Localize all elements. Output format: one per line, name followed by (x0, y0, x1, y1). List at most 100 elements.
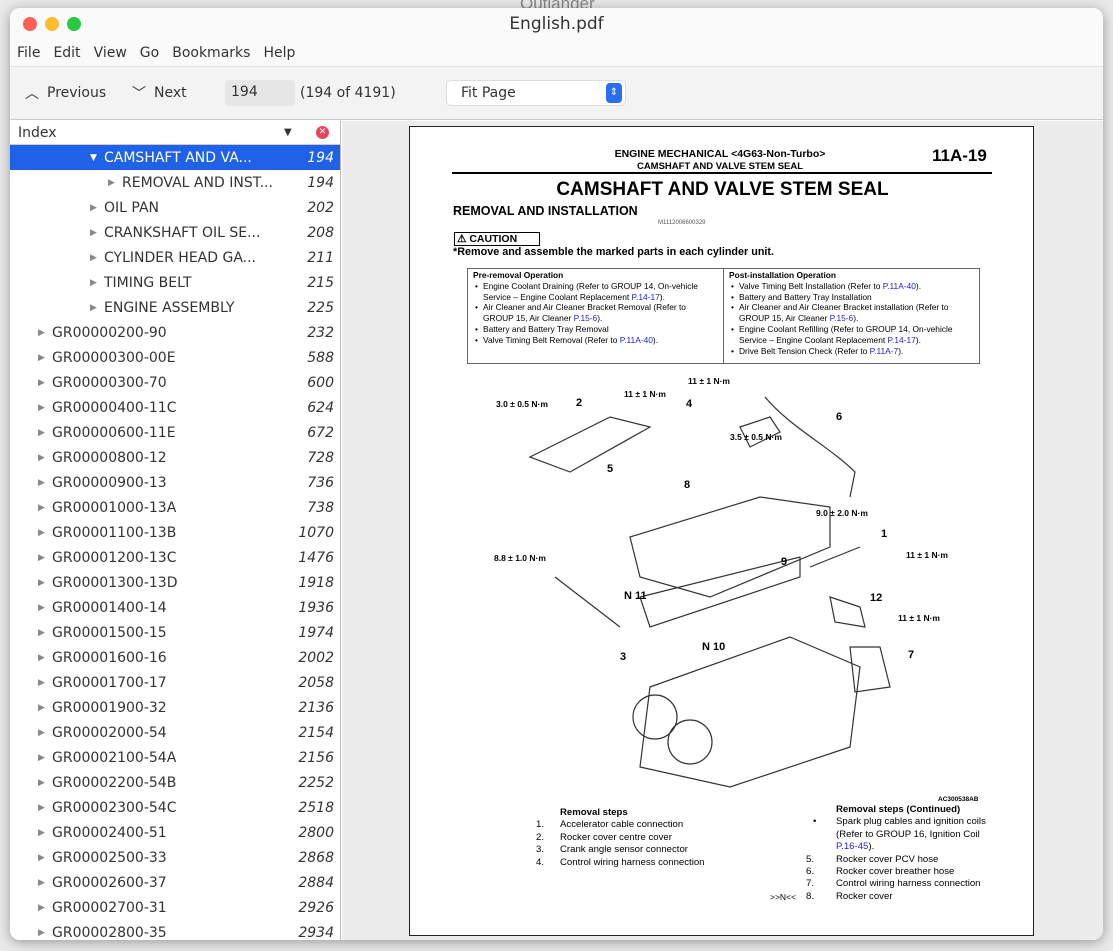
outline-item[interactable]: ▶ GR00002200-54B 2252 (10, 770, 340, 795)
triangle-right-icon[interactable]: ▶ (38, 678, 45, 688)
outline-item-label: GR00001900-32 (52, 699, 167, 716)
outline-item[interactable]: ▶ GR00001100-13B 1070 (10, 520, 340, 545)
triangle-right-icon[interactable]: ▶ (38, 628, 45, 638)
outline-item-page: 2934 (298, 924, 334, 941)
outline-item[interactable]: ▶ GR00002700-31 2926 (10, 895, 340, 920)
outline-item[interactable]: ▶ REMOVAL AND INST... 194 (10, 170, 340, 195)
menu-bookmarks[interactable]: Bookmarks (172, 45, 250, 61)
outline-item[interactable]: ▶ GR00002400-51 2800 (10, 820, 340, 845)
outline-item[interactable]: ▶ GR00000900-13 736 (10, 470, 340, 495)
outline-item-label: GR00000400-11C (52, 399, 177, 416)
menu-view[interactable]: View (94, 45, 127, 61)
step-text: Rocker cover centre cover (560, 831, 672, 843)
triangle-right-icon[interactable]: ▶ (38, 703, 45, 713)
triangle-right-icon[interactable]: ▶ (90, 203, 97, 213)
next-button[interactable]: ﹀ Next (132, 83, 187, 103)
triangle-right-icon[interactable]: ▶ (38, 428, 45, 438)
outline-item[interactable]: ▶ GR00001300-13D 1918 (10, 570, 340, 595)
outline-item-label: GR00002500-33 (52, 849, 167, 866)
menu-file[interactable]: File (17, 45, 40, 61)
step-number: 6. (806, 866, 815, 878)
outline-item[interactable]: ▶ GR00001600-16 2002 (10, 645, 340, 670)
triangle-right-icon[interactable]: ▶ (38, 653, 45, 663)
triangle-right-icon[interactable]: ▶ (90, 253, 97, 263)
outline-item[interactable]: ▶ CYLINDER HEAD GA... 211 (10, 245, 340, 270)
outline-item-page: 2156 (298, 749, 334, 766)
triangle-right-icon[interactable]: ▶ (90, 228, 97, 238)
outline-item[interactable]: ▶ GR00002600-37 2884 (10, 870, 340, 895)
step-number: 4. (536, 856, 545, 868)
outline-item[interactable]: ▶ GR00000600-11E 672 (10, 420, 340, 445)
outline-item[interactable]: ▶ GR00001500-15 1974 (10, 620, 340, 645)
triangle-right-icon[interactable]: ▶ (38, 378, 45, 388)
menu-edit[interactable]: Edit (53, 45, 80, 61)
triangle-right-icon[interactable]: ▶ (38, 853, 45, 863)
outline-item-label: REMOVAL AND INST... (122, 174, 273, 191)
triangle-right-icon[interactable]: ▶ (38, 503, 45, 513)
triangle-right-icon[interactable]: ▶ (38, 878, 45, 888)
outline-item[interactable]: ▶ ENGINE ASSEMBLY 225 (10, 295, 340, 320)
triangle-right-icon[interactable]: ▶ (38, 328, 45, 338)
triangle-right-icon[interactable]: ▶ (38, 528, 45, 538)
triangle-right-icon[interactable]: ▶ (38, 603, 45, 613)
triangle-right-icon[interactable]: ▶ (38, 903, 45, 913)
chevron-down-icon: ﹀ (132, 86, 146, 102)
outline-item[interactable]: ▶ GR00000300-00E 588 (10, 345, 340, 370)
step-bullet-link[interactable]: P.16-45 (836, 841, 868, 852)
outline-item[interactable]: ▶ GR00000300-70 600 (10, 370, 340, 395)
outline-item[interactable]: ▶ GR00001000-13A 738 (10, 495, 340, 520)
page-count: (194 of 4191) (300, 85, 396, 101)
triangle-right-icon[interactable]: ▶ (38, 478, 45, 488)
triangle-right-icon[interactable]: ▶ (38, 553, 45, 563)
triangle-right-icon[interactable]: ▶ (38, 928, 45, 938)
outline-item-page: 1918 (298, 574, 334, 591)
outline-item[interactable]: ▶ GR00001700-17 2058 (10, 670, 340, 695)
outline-item[interactable]: ▶ TIMING BELT 215 (10, 270, 340, 295)
triangle-right-icon[interactable]: ▶ (90, 278, 97, 288)
outline-item[interactable]: ▶ GR00002300-54C 2518 (10, 795, 340, 820)
page-number-input[interactable]: 194 (225, 80, 295, 106)
outline-item[interactable]: ▶ GR00002000-54 2154 (10, 720, 340, 745)
triangle-right-icon[interactable]: ▶ (38, 728, 45, 738)
step-mark (770, 878, 806, 890)
triangle-right-icon[interactable]: ▶ (90, 303, 97, 313)
triangle-right-icon[interactable]: ▶ (38, 403, 45, 413)
outline-item[interactable]: ▶ GR00002100-54A 2156 (10, 745, 340, 770)
triangle-right-icon[interactable]: ▶ (38, 753, 45, 763)
outline-item[interactable]: ▶ GR00001400-14 1936 (10, 595, 340, 620)
outline-item[interactable]: ▶ GR00002800-35 2934 (10, 920, 340, 941)
outline-item[interactable]: ▶ OIL PAN 202 (10, 195, 340, 220)
triangle-down-icon[interactable]: ▼ (90, 153, 97, 163)
torque-label: 11 ± 1 N·m (898, 613, 940, 623)
outline-item[interactable]: ▶ CRANKSHAFT OIL SE... 208 (10, 220, 340, 245)
dropdown-arrow-icon[interactable]: ▼ (284, 127, 292, 138)
zoom-select[interactable]: Fit Page ⇕ (446, 80, 626, 106)
outline-item-page: 2868 (298, 849, 334, 866)
triangle-right-icon[interactable]: ▶ (38, 778, 45, 788)
triangle-right-icon[interactable]: ▶ (38, 803, 45, 813)
triangle-right-icon[interactable]: ▶ (38, 828, 45, 838)
outline-item[interactable]: ▶ GR00001900-32 2136 (10, 695, 340, 720)
part-number-label: 2 (576, 397, 583, 409)
previous-button[interactable]: ︿ Previous (25, 83, 106, 103)
step-number: 7. (806, 878, 815, 890)
sidebar-title: Index (18, 124, 57, 141)
outline-item[interactable]: ▶ GR00000400-11C 624 (10, 395, 340, 420)
close-sidebar-icon[interactable]: ✕ (316, 126, 329, 139)
outline-item[interactable]: ▶ GR00001200-13C 1476 (10, 545, 340, 570)
menu-help[interactable]: Help (263, 45, 295, 61)
outline-item[interactable]: ▶ GR00000800-12 728 (10, 445, 340, 470)
next-label: Next (154, 85, 187, 101)
outline-item-page: 738 (307, 499, 334, 516)
outline-item-page: 600 (307, 374, 334, 391)
menu-go[interactable]: Go (140, 45, 159, 61)
outline-item[interactable]: ▼ CAMSHAFT AND VA... 194 (10, 145, 340, 170)
step-number: 1. (536, 819, 545, 831)
outline-item-label: GR00002300-54C (52, 799, 177, 816)
triangle-right-icon[interactable]: ▶ (38, 453, 45, 463)
triangle-right-icon[interactable]: ▶ (38, 353, 45, 363)
outline-item[interactable]: ▶ GR00000200-90 232 (10, 320, 340, 345)
outline-item[interactable]: ▶ GR00002500-33 2868 (10, 845, 340, 870)
triangle-right-icon[interactable]: ▶ (38, 578, 45, 588)
triangle-right-icon[interactable]: ▶ (108, 178, 115, 188)
